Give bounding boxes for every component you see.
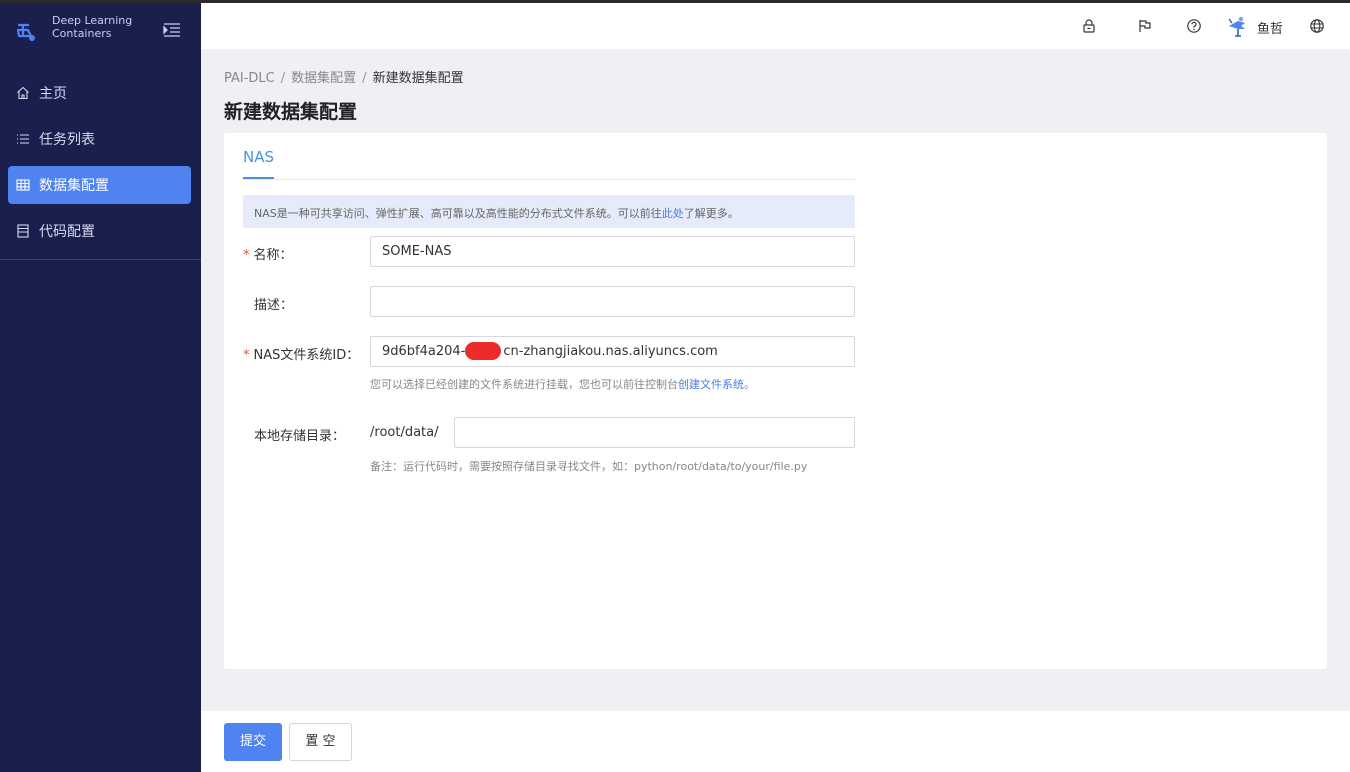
sidebar-item-task-list[interactable]: 任务列表	[8, 120, 191, 158]
breadcrumb: PAI-DLC / 数据集配置 / 新建数据集配置	[224, 67, 464, 86]
name-label-text: 名称：	[253, 248, 293, 263]
home-icon	[17, 86, 29, 100]
nas-id-label-text: NAS文件系统ID：	[253, 348, 360, 363]
brand: Deep Learning Containers	[0, 3, 201, 53]
nas-id-help: 您可以选择已经创建的文件系统进行挂载，您也可以前往控制台创建文件系统。	[370, 376, 755, 392]
sidebar-item-label: 代码配置	[39, 224, 95, 240]
nas-id-select[interactable]: 9d6bf4a204- cn-zhangjiakou.nas.aliyuncs.c…	[370, 336, 855, 367]
footer-bar: 提交 置 空	[201, 711, 1350, 772]
user-name[interactable]: 鱼哲	[1257, 18, 1283, 37]
form-card: NAS NAS是一种可共享访问、弹性扩展、高可靠以及高性能的分布式文件系统。可以…	[224, 133, 1327, 669]
sidebar-item-label: 任务列表	[39, 132, 95, 148]
list-icon	[17, 134, 29, 144]
nas-id-value-start: 9d6bf4a204-	[382, 344, 466, 359]
description-label: 描述：	[254, 298, 294, 313]
sidebar-item-home[interactable]: 主页	[8, 74, 191, 112]
tab-nas[interactable]: NAS	[243, 148, 274, 166]
name-input[interactable]: SOME-NAS	[370, 236, 855, 267]
sidebar-item-code-config[interactable]: 代码配置	[8, 212, 191, 250]
local-dir-label: 本地存储目录：	[254, 429, 346, 444]
reset-button[interactable]: 置 空	[289, 723, 352, 761]
dlc-logo-icon	[16, 23, 35, 41]
local-dir-help: 备注：运行代码时，需要按照存储目录寻找文件，如：python/root/data…	[370, 460, 808, 473]
document-icon	[17, 224, 29, 238]
sidebar-item-label: 主页	[39, 86, 67, 102]
info-notice: NAS是一种可共享访问、弹性扩展、高可靠以及高性能的分布式文件系统。可以前往此处…	[243, 195, 855, 228]
breadcrumb-link-dataset-config[interactable]: 数据集配置	[291, 71, 356, 86]
flag-icon[interactable]	[1137, 18, 1153, 34]
notice-text: NAS是一种可共享访问、弹性扩展、高可靠以及高性能的分布式文件系统。可以前往	[254, 207, 662, 220]
required-mark: *	[243, 248, 250, 263]
sidebar-nav: 主页 任务列表 数据集配置 代码配置	[0, 74, 201, 258]
create-filesystem-link[interactable]: 创建文件系统	[678, 378, 744, 391]
nas-id-value-end: cn-zhangjiakou.nas.aliyuncs.com	[503, 344, 718, 359]
help-icon[interactable]	[1186, 18, 1202, 34]
brand-line-2: Containers	[52, 27, 112, 40]
nas-id-help-tail: 。	[744, 378, 755, 391]
sidebar-divider	[0, 259, 201, 260]
local-dir-prefix: /root/data/	[370, 425, 439, 440]
name-label: * 名称：	[243, 244, 293, 263]
description-input[interactable]	[370, 286, 855, 317]
lock-icon[interactable]	[1081, 18, 1097, 34]
local-dir-input[interactable]	[454, 417, 855, 448]
brand-line-1: Deep Learning	[52, 14, 133, 27]
notice-link[interactable]: 此处	[662, 207, 684, 220]
page-title: 新建数据集配置	[224, 101, 358, 123]
brand-name: Deep Learning Containers	[52, 14, 132, 40]
table-icon	[16, 179, 30, 191]
breadcrumb-separator: /	[362, 71, 367, 86]
notice-text-tail: 了解更多。	[683, 207, 739, 220]
sidebar-item-label: 数据集配置	[39, 178, 109, 194]
nas-id-help-text: 您可以选择已经创建的文件系统进行挂载，您也可以前往控制台	[370, 378, 678, 391]
sidebar: Deep Learning Containers 主页 任务列表 数据集配置 代…	[0, 3, 201, 772]
tab-active-indicator	[243, 177, 274, 179]
globe-icon[interactable]	[1309, 18, 1325, 34]
redaction-mark	[465, 342, 501, 360]
name-input-value: SOME-NAS	[382, 244, 452, 259]
submit-button[interactable]: 提交	[224, 723, 282, 761]
breadcrumb-current: 新建数据集配置	[372, 71, 464, 86]
avatar[interactable]	[1226, 15, 1248, 37]
required-mark: *	[243, 348, 250, 363]
breadcrumb-separator: /	[280, 71, 286, 86]
sidebar-item-dataset-config[interactable]: 数据集配置	[8, 166, 191, 204]
tab-bar: NAS	[243, 133, 855, 180]
nas-id-label: * NAS文件系统ID：	[243, 344, 359, 363]
collapse-menu-icon[interactable]	[163, 23, 181, 37]
top-header: 鱼哲	[201, 3, 1350, 49]
breadcrumb-link-pai-dlc[interactable]: PAI-DLC	[224, 71, 275, 86]
